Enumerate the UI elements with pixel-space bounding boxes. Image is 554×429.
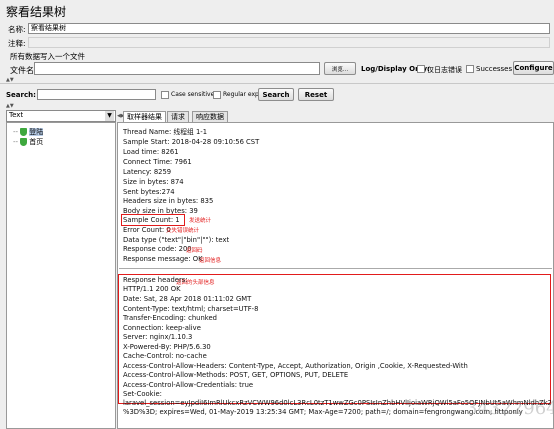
sampler-line: Sample Start: 2018-04-28 09:10:56 CST bbox=[123, 138, 260, 146]
renderer-select[interactable]: Text ▼ bbox=[6, 110, 116, 122]
renderer-select-value: Text bbox=[9, 111, 24, 119]
case-sensitive-checkbox[interactable] bbox=[161, 91, 169, 99]
tab-request[interactable]: 请求 bbox=[167, 111, 189, 122]
tab-sampler-result[interactable]: 取样器结果 bbox=[123, 111, 166, 122]
tree-item-label: 登陆 bbox=[29, 128, 44, 136]
search-button[interactable]: Search bbox=[258, 88, 294, 101]
response-message-annotation: 返回信息 bbox=[199, 258, 222, 264]
configure-button[interactable]: Configure bbox=[513, 61, 554, 75]
tab-response-data[interactable]: 响应数据 bbox=[192, 111, 228, 122]
tree-item-label: 首页 bbox=[29, 138, 44, 146]
chevron-down-icon[interactable]: ▼ bbox=[105, 111, 114, 121]
case-sensitive-label: Case sensitive bbox=[171, 91, 215, 98]
error-count-line: Error Count: 0 bbox=[123, 226, 171, 234]
regex-checkbox[interactable] bbox=[213, 91, 221, 99]
sampler-line: Data type ("text"|"bin"|""): text bbox=[123, 236, 230, 244]
header-line: Response headers: bbox=[123, 276, 188, 284]
tree-item-login[interactable]: -- 登陆 bbox=[13, 127, 44, 137]
browse-button[interactable]: 浏览... bbox=[324, 62, 356, 75]
divider bbox=[0, 83, 554, 84]
sampler-line: Headers size in bytes: 835 bbox=[123, 197, 214, 205]
filename-label: 文件名 bbox=[10, 66, 34, 75]
sampler-line: Load time: 8261 bbox=[123, 148, 179, 156]
error-count-annotation: 交失错误统计 bbox=[166, 228, 200, 234]
name-label: 名称: bbox=[8, 25, 26, 34]
sampler-line: Connect Time: 7961 bbox=[123, 158, 192, 166]
file-group-title: 所有数据写入一个文件 bbox=[10, 52, 85, 61]
header-line: Cache-Control: no-cache bbox=[123, 352, 207, 360]
search-label: Search: bbox=[6, 91, 36, 99]
errors-label: 仅日志错误 bbox=[427, 66, 462, 74]
header-line: Content-Type: text/html; charset=UTF-8 bbox=[123, 305, 259, 313]
header-line: X-Powered-By: PHP/5.6.30 bbox=[123, 343, 211, 351]
collapse-arrows-icon-2[interactable]: ▲▼ bbox=[6, 103, 14, 109]
successes-checkbox[interactable] bbox=[466, 65, 474, 73]
header-line: Server: nginx/1.10.3 bbox=[123, 333, 193, 341]
comment-label: 注释: bbox=[8, 39, 26, 48]
comment-field[interactable] bbox=[28, 37, 550, 48]
sampler-line: Size in bytes: 874 bbox=[123, 178, 184, 186]
name-field[interactable]: 察看结果树 bbox=[28, 23, 550, 34]
reset-button[interactable]: Reset bbox=[298, 88, 334, 101]
header-line: Date: Sat, 28 Apr 2018 01:11:02 GMT bbox=[123, 295, 252, 303]
panel-divider bbox=[119, 268, 552, 269]
sampler-line: Latency: 8259 bbox=[123, 168, 172, 176]
response-code-line: Response code: 200 bbox=[123, 245, 192, 253]
result-tree: -- 登陆 -- 首页 bbox=[6, 122, 116, 429]
sampler-line: Sent bytes:274 bbox=[123, 188, 175, 196]
sampler-line: Thread Name: 线程组 1-1 bbox=[123, 128, 208, 136]
sample-count-highlight bbox=[121, 214, 185, 226]
header-line: Access-Control-Allow-Headers: Content-Ty… bbox=[123, 362, 468, 370]
header-line: Access-Control-Allow-Methods: POST, GET,… bbox=[123, 371, 349, 379]
header-line: Connection: keep-alive bbox=[123, 324, 201, 332]
regex-label: Regular exp. bbox=[223, 91, 261, 98]
success-icon bbox=[20, 128, 28, 136]
success-icon bbox=[20, 138, 28, 146]
filename-input[interactable] bbox=[34, 62, 320, 75]
successes-label: Successes bbox=[476, 65, 513, 73]
response-code-annotation: 返回码 bbox=[186, 248, 203, 254]
header-line: HTTP/1.1 200 OK bbox=[123, 285, 181, 293]
window-title: 察看结果树 bbox=[6, 5, 67, 19]
header-line: Access-Control-Allow-Credentials: true bbox=[123, 381, 254, 389]
tree-item-home[interactable]: -- 首页 bbox=[13, 137, 43, 147]
response-message-line: Response message: OK bbox=[123, 255, 203, 263]
header-line: Set-Cookie: bbox=[123, 390, 162, 398]
watermark: 34322964 bbox=[466, 398, 554, 419]
search-input[interactable] bbox=[37, 89, 156, 100]
errors-checkbox[interactable] bbox=[417, 65, 425, 73]
header-line: Transfer-Encoding: chunked bbox=[123, 314, 217, 322]
sample-count-annotation: 发送统计 bbox=[189, 218, 212, 224]
